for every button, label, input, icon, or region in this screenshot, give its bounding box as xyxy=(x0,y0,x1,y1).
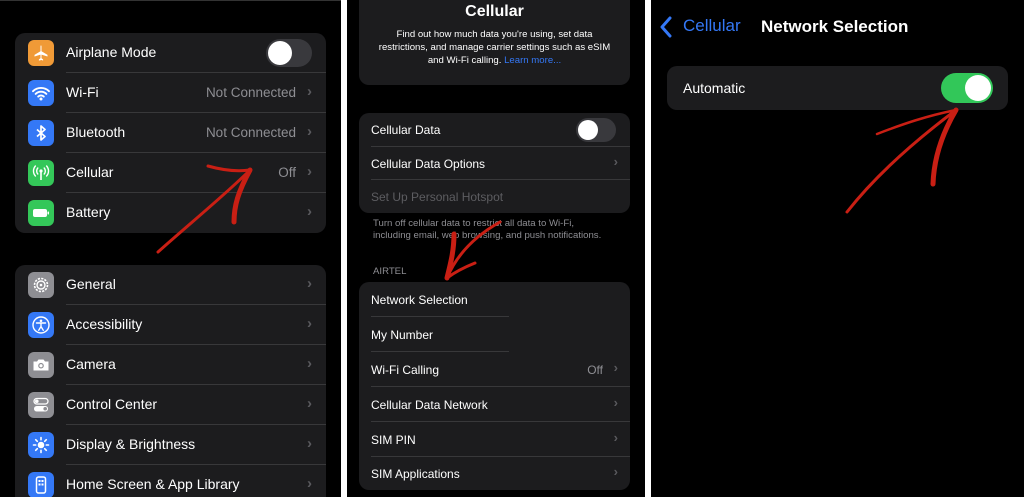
annotation-arrow-network-selection xyxy=(444,220,502,281)
annotation-arrow-automatic xyxy=(845,107,959,214)
annotation-arrow-cellular xyxy=(156,164,253,254)
network-selection-panel: Cellular Network Selection Automatic xyxy=(651,0,1024,497)
cellular-panel: Cellular Find out how much data you're u… xyxy=(347,0,645,497)
settings-panel: Airplane Mode Wi-Fi Not Connected › Blue… xyxy=(0,0,341,497)
